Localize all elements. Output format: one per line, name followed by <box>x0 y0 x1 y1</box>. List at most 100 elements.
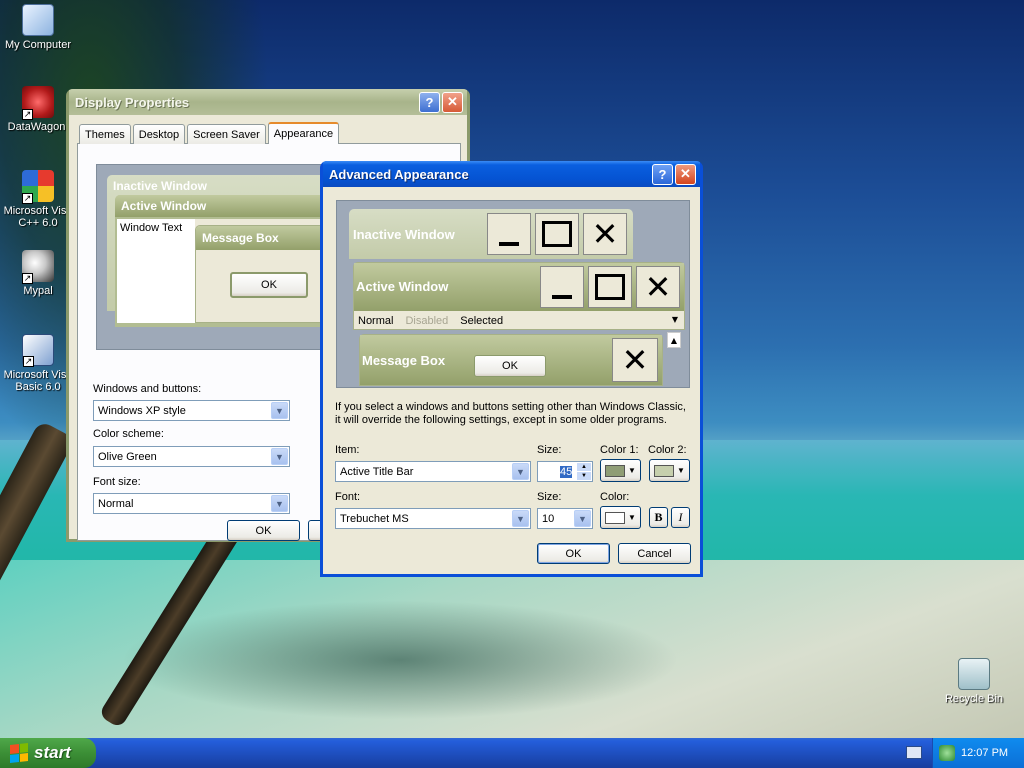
recycle-bin-icon <box>958 658 990 690</box>
font-select[interactable]: Trebuchet MS ▼ <box>335 508 531 529</box>
spin-up-icon[interactable]: ▲ <box>577 463 591 471</box>
preview-window-text: Window Text <box>117 219 195 323</box>
color-scheme-select[interactable]: Olive Green ▼ <box>93 446 290 467</box>
close-button[interactable]: ✕ <box>442 91 463 113</box>
spin-down-icon[interactable]: ▼ <box>577 472 591 480</box>
display-properties-titlebar[interactable]: Display Properties ? ✕ <box>69 89 467 115</box>
clock[interactable]: 12:07 PM <box>961 747 1008 759</box>
network-icon[interactable] <box>939 745 955 761</box>
font-size-select[interactable]: 10 ▼ <box>537 508 593 529</box>
item-size-label: Size: <box>537 444 562 456</box>
tab-strip: Themes Desktop Screen Saver Appearance <box>79 121 341 144</box>
tab-desktop[interactable]: Desktop <box>132 124 186 144</box>
chevron-down-icon[interactable]: ▼ <box>271 402 288 419</box>
preview-message-box-title: Message Box <box>362 353 446 368</box>
preview-ok-button: OK <box>230 272 308 298</box>
font-color-button[interactable]: ▼ <box>600 506 641 529</box>
ok-button[interactable]: OK <box>227 520 300 541</box>
scroll-up-icon: ▲ <box>667 332 681 348</box>
start-label: start <box>34 743 71 762</box>
desktop-icon-label: Recycle Bin <box>944 693 1004 705</box>
preview-menu-disabled: Disabled <box>405 315 449 327</box>
color-scheme-label: Color scheme: <box>93 428 164 440</box>
window-title: Display Properties <box>75 94 190 110</box>
color2-button[interactable]: ▼ <box>649 459 690 482</box>
help-button[interactable]: ? <box>652 163 673 185</box>
chevron-down-icon: ▼ <box>677 466 685 475</box>
chevron-down-icon[interactable]: ▼ <box>512 463 529 480</box>
system-tray: 12:07 PM <box>932 738 1024 768</box>
chevron-down-icon[interactable]: ▼ <box>271 495 288 512</box>
windows-buttons-label: Windows and buttons: <box>93 383 202 395</box>
keyboard-icon[interactable] <box>906 746 922 759</box>
start-button[interactable]: start <box>0 738 96 768</box>
preview-message-box[interactable]: Message Box OK ✕ <box>359 334 663 386</box>
desktop-icon-mypal[interactable]: ↗ Mypal <box>0 250 76 297</box>
scroll-down-icon: ▼ <box>668 311 682 327</box>
desktop-icon-visual-cpp[interactable]: ↗ Microsoft Visu C++ 6.0 <box>0 170 76 229</box>
info-text-line-1: If you select a windows and buttons sett… <box>335 401 686 413</box>
font-label: Font: <box>335 491 361 503</box>
tab-screen-saver[interactable]: Screen Saver <box>187 124 266 144</box>
desktop-icon-label: Mypal <box>23 285 53 297</box>
preview-menu-bar: Normal Disabled Selected <box>358 315 503 327</box>
desktop-icon-label: Microsoft Visu C++ 6.0 <box>3 205 73 229</box>
desktop-icon-label: My Computer <box>4 39 72 51</box>
mypal-icon: ↗ <box>22 250 54 284</box>
help-button[interactable]: ? <box>419 91 440 113</box>
item-size-spinner[interactable]: 45 ▲ ▼ <box>537 461 593 482</box>
desktop-icon-my-computer[interactable]: My Computer <box>0 4 76 51</box>
preview-menu-selected: Selected <box>460 315 504 327</box>
preview-active-titlebar: Active Window ✕ <box>354 263 684 311</box>
windows-buttons-value: Windows XP style <box>98 404 186 417</box>
maximize-icon <box>535 213 579 255</box>
desktop-icon-visual-basic[interactable]: ↗ Microsoft Visu Basic 6.0 <box>0 334 76 393</box>
italic-toggle[interactable]: I <box>671 507 690 528</box>
color1-button[interactable]: ▼ <box>600 459 641 482</box>
bold-toggle[interactable]: B <box>649 507 668 528</box>
font-value: Trebuchet MS <box>340 512 409 525</box>
cancel-button[interactable]: Cancel <box>618 543 691 564</box>
wallpaper-palm-shadow <box>120 600 680 720</box>
advanced-appearance-titlebar[interactable]: Advanced Appearance ? ✕ <box>323 161 700 187</box>
preview-menu-normal: Normal <box>358 315 394 327</box>
advanced-preview[interactable]: Inactive Window ✕ Active Window ✕ Normal… <box>336 200 690 388</box>
info-text-line-2: it will override the following settings,… <box>335 414 667 426</box>
chevron-down-icon[interactable]: ▼ <box>512 510 529 527</box>
advanced-appearance-window: Advanced Appearance ? ✕ Inactive Window … <box>320 161 703 577</box>
chevron-down-icon[interactable]: ▼ <box>271 448 288 465</box>
color1-swatch <box>605 464 625 477</box>
preview-active-window[interactable]: Active Window ✕ Normal Disabled Selected… <box>353 262 685 330</box>
visual-basic-icon: ↗ <box>22 334 54 367</box>
font-size-select[interactable]: Normal ▼ <box>93 493 290 514</box>
shortcut-arrow-icon: ↗ <box>22 273 33 284</box>
desktop-icon-recycle-bin[interactable]: Recycle Bin <box>936 658 1012 705</box>
datawagon-icon: ↗ <box>22 86 54 120</box>
preview-ok-button: OK <box>474 355 546 377</box>
chevron-down-icon: ▼ <box>628 466 636 475</box>
preview-inactive-window[interactable]: Inactive Window ✕ <box>349 209 633 259</box>
chevron-down-icon[interactable]: ▼ <box>574 510 591 527</box>
windows-logo-icon <box>10 743 28 763</box>
tab-appearance[interactable]: Appearance <box>267 122 340 144</box>
maximize-icon <box>588 266 632 308</box>
close-icon: ✕ <box>583 213 627 255</box>
desktop-icon-datawagon[interactable]: ↗ DataWagon. <box>0 86 76 133</box>
close-button[interactable]: ✕ <box>675 163 696 185</box>
item-value: Active Title Bar <box>340 465 414 478</box>
windows-buttons-select[interactable]: Windows XP style ▼ <box>93 400 290 421</box>
tab-themes[interactable]: Themes <box>79 124 131 144</box>
desktop-icon-label: Microsoft Visu Basic 6.0 <box>3 369 73 393</box>
item-size-value: 45 <box>560 465 573 478</box>
font-color-label: Color: <box>600 491 630 503</box>
font-size-value: Normal <box>98 497 134 510</box>
font-size-label: Font size: <box>93 476 141 488</box>
color2-label: Color 2: <box>648 444 687 456</box>
minimize-icon <box>487 213 531 255</box>
shortcut-arrow-icon: ↗ <box>23 356 34 367</box>
chevron-down-icon: ▼ <box>628 513 636 522</box>
ok-button[interactable]: OK <box>537 543 610 564</box>
minimize-icon <box>540 266 584 308</box>
font-size-label: Size: <box>537 491 562 503</box>
item-select[interactable]: Active Title Bar ▼ <box>335 461 531 482</box>
